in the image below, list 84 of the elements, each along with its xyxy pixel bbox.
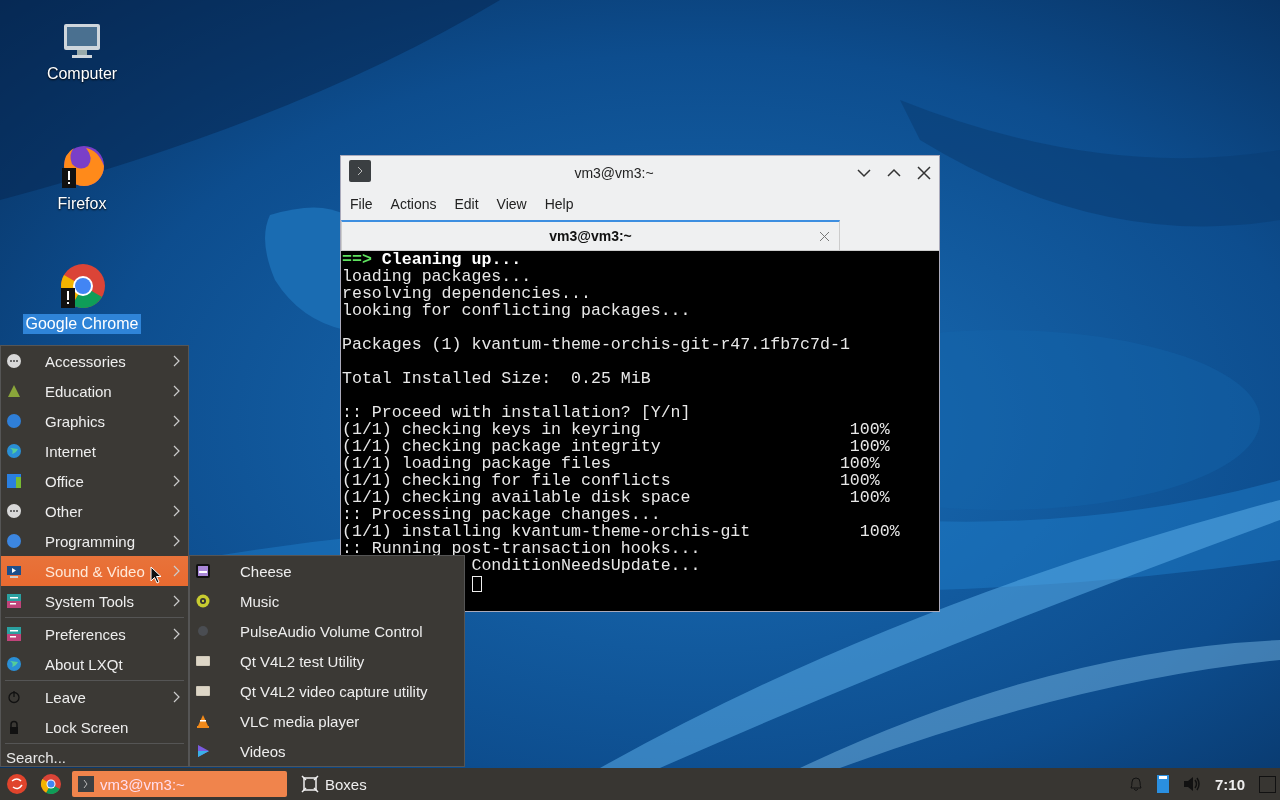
- terminal-line: Total Installed Size: 0.25 MiB: [342, 370, 652, 387]
- menu-item[interactable]: VLC media player: [190, 706, 464, 736]
- circle-icon: [7, 414, 21, 428]
- chevron-right-icon: [173, 628, 180, 640]
- menu-category[interactable]: Accessories: [1, 346, 188, 376]
- terminal-line: Packages (1) kvantum-theme-orchis-git-r47.1fb7c7d-1: [342, 336, 851, 353]
- menu-category[interactable]: Preferences: [1, 619, 188, 649]
- cone-icon: [196, 714, 210, 728]
- toolbox-icon: [7, 627, 21, 641]
- start-menu-button[interactable]: [6, 773, 28, 795]
- terminal-line: :: Running post-transaction hooks...: [342, 540, 702, 557]
- terminal-tab[interactable]: vm3@vm3:~: [341, 220, 840, 250]
- menu-item[interactable]: Music: [190, 586, 464, 616]
- taskbar-task[interactable]: Boxes: [295, 771, 510, 797]
- terminal-line: (1/1) installing kvantum-theme-orchis-git 100%: [342, 523, 901, 540]
- toolbox-icon: [7, 594, 21, 608]
- terminal-line: ConditionNeedsUpdate...: [470, 557, 702, 574]
- chevron-right-icon: [173, 595, 180, 607]
- menu-item[interactable]: Cheese: [190, 556, 464, 586]
- text-cursor: [472, 576, 482, 592]
- terminal-line: :: Processing package changes...: [342, 506, 662, 523]
- menu-item[interactable]: View: [487, 192, 536, 216]
- close-icon[interactable]: [820, 231, 829, 241]
- terminal-line: (1/1) checking package integrity 100%: [342, 438, 891, 455]
- memory-card-icon[interactable]: [1156, 775, 1169, 793]
- desktop-icon-label[interactable]: Google Chrome: [22, 314, 142, 334]
- square-frame-icon: [301, 775, 319, 793]
- chevron-right-icon: [173, 565, 180, 577]
- close-button[interactable]: [917, 165, 931, 180]
- menu-category[interactable]: Lock Screen: [1, 712, 188, 742]
- menu-item[interactable]: Qt V4L2 video capture utility: [190, 676, 464, 706]
- menu-item[interactable]: PulseAudio Volume Control: [190, 616, 464, 646]
- menu-category[interactable]: Programming: [1, 526, 188, 556]
- terminal-line: (1/1) loading package files 100%: [342, 455, 881, 472]
- menu-category[interactable]: Graphics: [1, 406, 188, 436]
- chevron-right-icon: [173, 475, 180, 487]
- menu-category[interactable]: Office: [1, 466, 188, 496]
- menu-category[interactable]: Leave: [1, 682, 188, 712]
- chevron-right-icon: [173, 535, 180, 547]
- terminal-line: (1/1) checking keys in keyring 100%: [342, 421, 891, 438]
- menu-item[interactable]: File: [341, 192, 382, 216]
- document-icon: [7, 474, 21, 488]
- menu-item[interactable]: Edit: [445, 192, 488, 216]
- chevron-right-icon: [173, 415, 180, 427]
- terminal-line: ==> Cleaning up...: [342, 251, 523, 268]
- desktop-icon-label[interactable]: Computer: [43, 64, 121, 84]
- menu-item[interactable]: Actions: [381, 192, 446, 216]
- chevron-right-icon: [173, 445, 180, 457]
- padlock-icon: [7, 720, 21, 734]
- terminal-line: looking for conflicting packages...: [342, 302, 692, 319]
- menu-category[interactable]: About LXQt: [1, 649, 188, 679]
- disc-icon: [196, 594, 210, 608]
- menu-category[interactable]: Education: [1, 376, 188, 406]
- chevron-right-icon: [173, 385, 180, 397]
- desktop-icon-label[interactable]: Firefox: [54, 194, 110, 214]
- chevron-right-icon: [173, 355, 180, 367]
- play-icon: [196, 744, 210, 758]
- menu-item[interactable]: Help: [535, 192, 583, 216]
- computer-icon[interactable]: [62, 22, 102, 60]
- search-field[interactable]: Search...: [1, 745, 181, 770]
- terminal-icon: [78, 776, 94, 792]
- menu-item[interactable]: Videos: [190, 736, 464, 766]
- window-icon: [196, 684, 210, 698]
- window-icon: [196, 654, 210, 668]
- window-title: vm3@vm3:~: [573, 164, 655, 181]
- terminal-line: loading packages...: [342, 268, 533, 285]
- terminal-line: :: Proceed with installation? [Y/n]: [342, 404, 692, 421]
- menu-category[interactable]: Other: [1, 496, 188, 526]
- power-icon: [7, 690, 21, 704]
- ellipsis-icon: [7, 354, 21, 368]
- menu-category[interactable]: System Tools: [1, 586, 188, 616]
- ellipsis-icon: [7, 504, 21, 518]
- terminal-line: resolving dependencies...: [342, 285, 592, 302]
- chevron-right-icon: [173, 505, 180, 517]
- menu-category[interactable]: Internet: [1, 436, 188, 466]
- clock[interactable]: 7:10: [1214, 775, 1245, 793]
- mouse-pointer-icon: [150, 566, 162, 584]
- menu-item[interactable]: Qt V4L2 test Utility: [190, 646, 464, 676]
- chrome-icon[interactable]: [40, 773, 62, 795]
- monitor-icon: [7, 564, 21, 578]
- circle-icon: [7, 534, 21, 548]
- terminal-line: (1/1) checking available disk space 100%: [342, 489, 891, 506]
- chevron-right-icon: [173, 691, 180, 703]
- terminal-line: (1/1) checking for file conflicts 100%: [342, 472, 881, 489]
